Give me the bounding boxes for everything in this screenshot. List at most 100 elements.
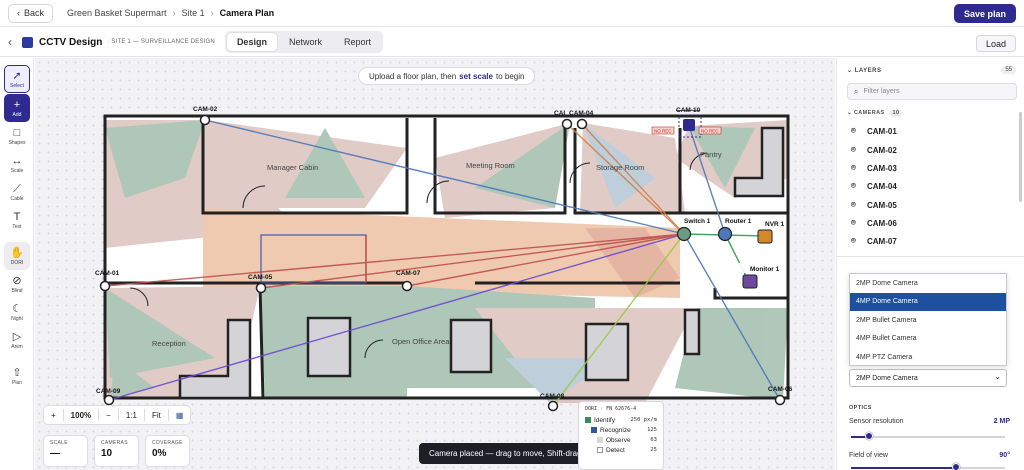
label-monitor: Monitor 1: [750, 266, 780, 273]
sensor-resolution-handle[interactable]: [865, 432, 874, 440]
zoom-actual-button[interactable]: 1:1: [119, 411, 144, 420]
chevron-left-icon[interactable]: ‹: [8, 35, 12, 49]
save-plan-button[interactable]: Save plan: [953, 4, 1016, 23]
breadcrumb-separator: ›: [172, 8, 176, 18]
layer-item-cam-04[interactable]: ⌾ CAM-04: [851, 177, 897, 195]
layer-item-cam-02[interactable]: ⌾ CAM-02: [851, 141, 897, 159]
label-switch: Switch 1: [684, 218, 711, 225]
camera-marker-cam-01[interactable]: [99, 280, 111, 292]
camera-marker-cam-07[interactable]: [401, 280, 413, 292]
filter-layers-input[interactable]: ⌕ Filter layers: [847, 83, 1017, 100]
label-cam-04: CAM-04: [569, 110, 594, 117]
camera-marker-cam-08[interactable]: [547, 400, 559, 412]
camera-marker-cam-09[interactable]: [103, 394, 115, 406]
option-2mp-bullet[interactable]: 2MP Bullet Camera: [850, 311, 1006, 330]
label-cam-01: CAM-01: [95, 270, 120, 277]
tool-blind[interactable]: ⊘ Blind: [4, 270, 30, 298]
camera-model-select[interactable]: 2MP Dome Camera ⌄: [849, 369, 1007, 387]
option-4mp-bullet[interactable]: 4MP Bullet Camera: [850, 330, 1006, 349]
breadcrumb-current: Camera Plan: [219, 8, 275, 18]
design-canvas[interactable]: NO REC NO REC CAM-02 CAI CAM-04 CAM-10 C…: [35, 58, 835, 470]
router-icon[interactable]: [717, 226, 733, 242]
layer-item-cam-07[interactable]: ⌾ CAM-07: [851, 232, 897, 250]
top-bar: ‹ Back Green Basket Supermart › Site 1 ›…: [0, 0, 1024, 27]
back-label: Back: [24, 8, 45, 18]
monitor-icon[interactable]: [742, 274, 758, 289]
camera-icon: ⌾: [851, 218, 856, 227]
dori-row-observe: Observe 63: [585, 435, 657, 445]
room-label: Meeting Room: [466, 161, 515, 170]
divider: [837, 256, 1024, 257]
tool-scale[interactable]: ↔ Scale: [4, 150, 30, 178]
room-label: Manager Cabin: [267, 163, 318, 172]
camera-marker-cam-04[interactable]: [576, 118, 588, 130]
label-cam-03: CAI: [554, 110, 565, 117]
no-rec-label: NO REC: [654, 129, 672, 134]
breadcrumb-separator: ›: [210, 8, 214, 18]
camera-marker-cam-03[interactable]: [561, 118, 573, 130]
set-scale-link[interactable]: set scale: [459, 72, 493, 81]
hand-icon: ✋: [10, 246, 24, 259]
project-color-swatch: [22, 36, 33, 48]
tool-night[interactable]: ☾ Night: [4, 298, 30, 326]
switch-icon[interactable]: [676, 226, 692, 242]
view-tabs: Design Network Report: [224, 31, 383, 53]
zoom-controls: + 100% − 1:1 Fit ▦: [43, 405, 192, 425]
camera-marker-cam-10[interactable]: [683, 119, 695, 131]
zoom-out-button[interactable]: −: [99, 411, 118, 420]
sensor-resolution-slider[interactable]: [851, 436, 1005, 438]
field-of-view-slider[interactable]: [851, 467, 1005, 469]
layer-item-cam-05[interactable]: ⌾ CAM-05: [851, 196, 897, 214]
field-of-view-handle[interactable]: [951, 463, 960, 470]
cameras-group-heading[interactable]: ⌄ CAMERAS 10: [847, 110, 903, 116]
layers-heading[interactable]: ⌄ LAYERS: [847, 67, 882, 74]
zoom-in-button[interactable]: +: [44, 411, 63, 420]
layer-item-cam-01[interactable]: ⌾ CAM-01: [851, 122, 897, 140]
tool-plan[interactable]: ⇧ Plan: [4, 362, 30, 390]
tool-dori[interactable]: ✋ DORI: [4, 242, 30, 270]
zoom-fit-button[interactable]: Fit: [145, 411, 168, 420]
nvr-icon[interactable]: [757, 229, 773, 244]
layer-item-cam-06[interactable]: ⌾ CAM-06: [851, 214, 897, 232]
tool-select[interactable]: ➚ Select: [4, 65, 30, 93]
tab-design[interactable]: Design: [226, 33, 277, 51]
option-4mp-ptz[interactable]: 4MP PTZ Camera: [850, 348, 1006, 367]
tab-report[interactable]: Report: [334, 33, 381, 51]
camera-marker-cam-05[interactable]: [255, 282, 267, 294]
layer-item-cam-03[interactable]: ⌾ CAM-03: [851, 159, 897, 177]
breadcrumb-client[interactable]: Green Basket Supermart: [67, 8, 167, 18]
camera-icon: ⌾: [851, 181, 856, 190]
project-title: CCTV Design: [39, 36, 103, 48]
dori-legend: DORI · FN 62676-4 Identify 250 px/m Reco…: [578, 401, 664, 470]
label-cam-05: CAM-05: [248, 274, 273, 281]
label-cam-07: CAM-07: [396, 270, 421, 277]
option-4mp-dome[interactable]: 4MP Dome Camera: [850, 292, 1006, 311]
room-label: Pantry: [700, 150, 722, 159]
layers-panel: ⌄ LAYERS 55 ⌕ Filter layers ⌄ CAMERAS 10…: [836, 58, 1024, 470]
camera-icon: ⌾: [851, 200, 856, 209]
cursor-icon: ➚: [12, 69, 22, 82]
back-button[interactable]: ‹ Back: [8, 3, 54, 23]
text-icon: T: [13, 210, 21, 223]
tool-text[interactable]: T Text: [4, 206, 30, 234]
label-cam-08: CAM-08: [540, 393, 565, 400]
field-of-view-label: Field of view: [849, 452, 888, 459]
tool-anim[interactable]: ▷ Anim: [4, 326, 30, 354]
tool-shapes[interactable]: □ Shapes: [4, 122, 30, 150]
minimap-icon[interactable]: ▦: [169, 411, 191, 420]
option-2mp-dome[interactable]: 2MP Dome Camera: [850, 274, 1006, 293]
chevron-down-icon: ⌄: [847, 110, 854, 116]
breadcrumb-site[interactable]: Site 1: [182, 8, 205, 18]
tool-add[interactable]: + Add: [4, 94, 30, 122]
label-cam-06: CAM-06: [768, 386, 793, 393]
layers-scrollbar[interactable]: [1019, 112, 1022, 202]
tool-cable[interactable]: ⟋ Cable: [4, 178, 30, 206]
camera-marker-cam-06[interactable]: [774, 394, 786, 406]
upload-hint: Upload a floor plan, then set scale to b…: [358, 67, 536, 85]
label-cam-10: CAM-10: [676, 107, 701, 114]
search-icon: ⌕: [854, 86, 859, 96]
camera-marker-cam-02[interactable]: [199, 114, 211, 126]
load-button[interactable]: Load: [975, 35, 1016, 52]
tab-network[interactable]: Network: [279, 33, 332, 51]
camera-model-options[interactable]: 2MP Dome Camera 4MP Dome Camera 2MP Bull…: [849, 273, 1007, 366]
